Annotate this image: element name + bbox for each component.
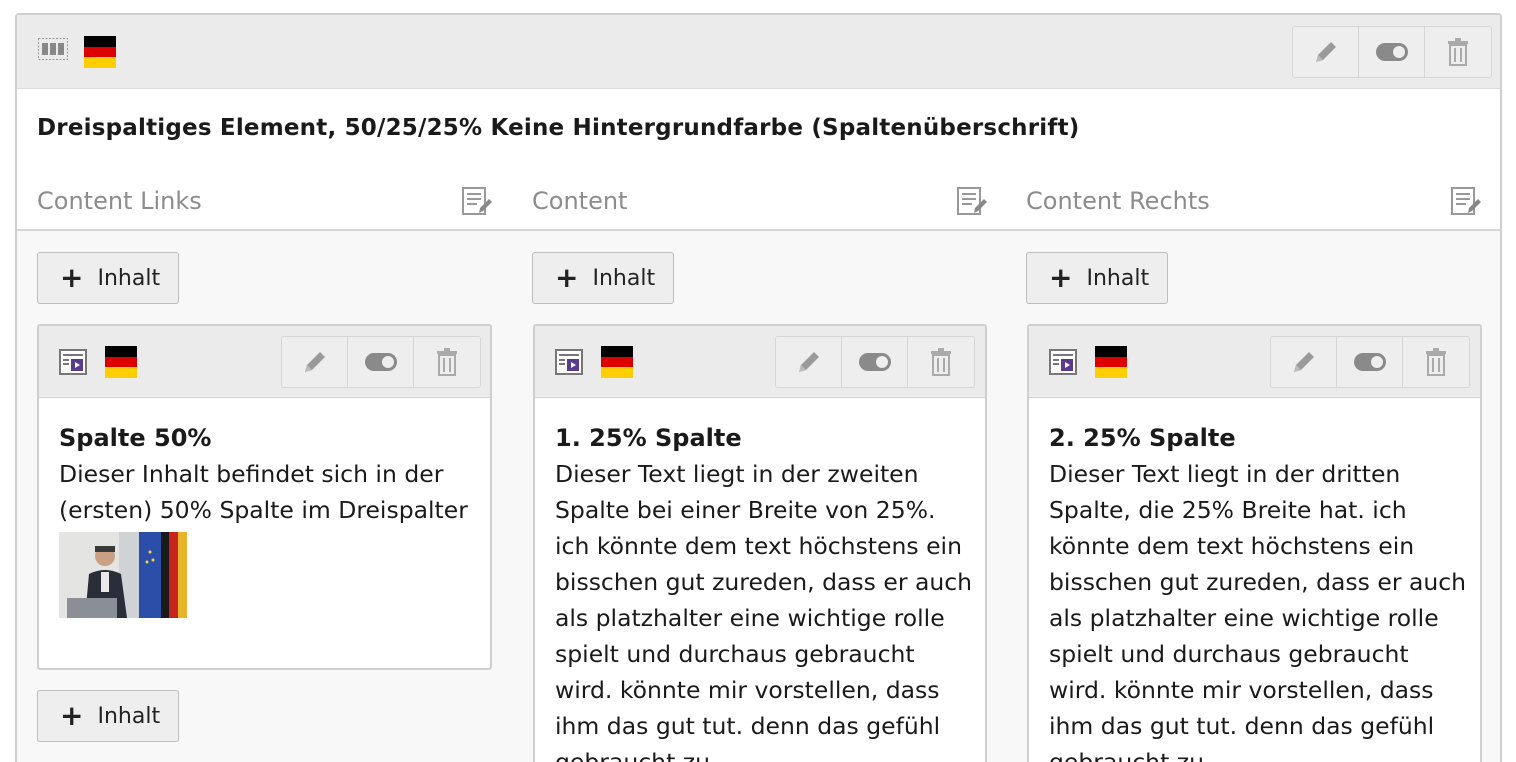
- add-content-label: Inhalt: [1086, 265, 1150, 291]
- card-header: [39, 326, 490, 398]
- column-edit-icon[interactable]: [956, 185, 988, 221]
- card-body: 1. 25% Spalte Dieser Text liegt in der z…: [555, 420, 975, 762]
- toggle-visibility-button[interactable]: [842, 337, 908, 387]
- three-columns-icon[interactable]: [38, 38, 68, 64]
- card-header: [1029, 326, 1480, 398]
- trash-icon: [1426, 348, 1446, 376]
- card-header: [535, 326, 985, 398]
- add-content-button[interactable]: + Inhalt: [37, 690, 180, 742]
- element-header: [17, 15, 1500, 89]
- toggle-visibility-button[interactable]: [1359, 27, 1425, 77]
- column-label-content: Content: [532, 187, 628, 215]
- edit-button[interactable]: [776, 337, 842, 387]
- plus-icon: +: [555, 261, 579, 294]
- add-content-button[interactable]: + Inhalt: [532, 252, 675, 304]
- toggle-icon: [364, 353, 397, 371]
- german-flag-icon: [601, 346, 633, 382]
- trash-icon: [437, 348, 457, 376]
- german-flag-icon: [105, 346, 137, 382]
- pencil-icon: [304, 352, 325, 372]
- plus-icon: +: [1049, 261, 1073, 294]
- trash-icon: [1448, 38, 1468, 66]
- column-edit-icon[interactable]: [1450, 185, 1482, 221]
- toggle-icon: [858, 353, 891, 371]
- card-actions: [775, 336, 975, 388]
- add-content-label: Inhalt: [592, 265, 656, 291]
- toggle-icon: [1375, 43, 1408, 61]
- element-actions: [1292, 26, 1492, 78]
- content-card-spalte-50: Spalte 50% Dieser Inhalt befindet sich i…: [37, 324, 492, 670]
- card-actions: [281, 336, 481, 388]
- pencil-icon: [1293, 352, 1314, 372]
- element-title: Dreispaltiges Element, 50/25/25% Keine H…: [37, 115, 1080, 141]
- column-label-rechts: Content Rechts: [1026, 187, 1210, 215]
- edit-button[interactable]: [1271, 337, 1337, 387]
- delete-button[interactable]: [1403, 337, 1469, 387]
- add-content-label: Inhalt: [97, 703, 161, 729]
- content-card-25-spalte-2: 2. 25% Spalte Dieser Text liegt in der d…: [1027, 324, 1482, 762]
- toggle-visibility-button[interactable]: [348, 337, 414, 387]
- pencil-icon: [1315, 42, 1336, 62]
- delete-button[interactable]: [908, 337, 974, 387]
- plus-icon: +: [60, 699, 84, 732]
- german-flag-icon: [1095, 346, 1127, 382]
- content-element-icon[interactable]: [1049, 349, 1077, 379]
- column-label-links: Content Links: [37, 187, 202, 215]
- card-text: Dieser Text liegt in der zweiten Spalte …: [555, 460, 973, 762]
- delete-button[interactable]: [414, 337, 480, 387]
- card-title: 1. 25% Spalte: [555, 424, 742, 452]
- german-flag-icon: [84, 36, 116, 72]
- toggle-icon: [1353, 353, 1386, 371]
- card-text: Dieser Inhalt befindet sich in der (erst…: [59, 460, 468, 524]
- content-element-icon[interactable]: [59, 349, 87, 379]
- toggle-visibility-button[interactable]: [1337, 337, 1403, 387]
- card-body: Spalte 50% Dieser Inhalt befindet sich i…: [59, 420, 480, 618]
- card-title: Spalte 50%: [59, 424, 212, 452]
- add-content-button[interactable]: + Inhalt: [37, 252, 180, 304]
- content-card-25-spalte-1: 1. 25% Spalte Dieser Text liegt in der z…: [533, 324, 987, 762]
- add-content-button[interactable]: + Inhalt: [1026, 252, 1169, 304]
- content-element-icon[interactable]: [555, 349, 583, 379]
- edit-button[interactable]: [282, 337, 348, 387]
- trash-icon: [931, 348, 951, 376]
- element-body: Dreispaltiges Element, 50/25/25% Keine H…: [17, 89, 1500, 231]
- plus-icon: +: [60, 261, 84, 294]
- content-image[interactable]: [59, 532, 187, 618]
- add-content-label: Inhalt: [97, 265, 161, 291]
- card-title: 2. 25% Spalte: [1049, 424, 1236, 452]
- card-body: 2. 25% Spalte Dieser Text liegt in der d…: [1049, 420, 1470, 762]
- card-actions: [1270, 336, 1470, 388]
- pencil-icon: [798, 352, 819, 372]
- three-column-element: Dreispaltiges Element, 50/25/25% Keine H…: [15, 13, 1502, 762]
- edit-button[interactable]: [1293, 27, 1359, 77]
- card-text: Dieser Text liegt in der dritten Spalte,…: [1049, 460, 1467, 762]
- column-edit-icon[interactable]: [461, 185, 493, 221]
- delete-button[interactable]: [1425, 27, 1491, 77]
